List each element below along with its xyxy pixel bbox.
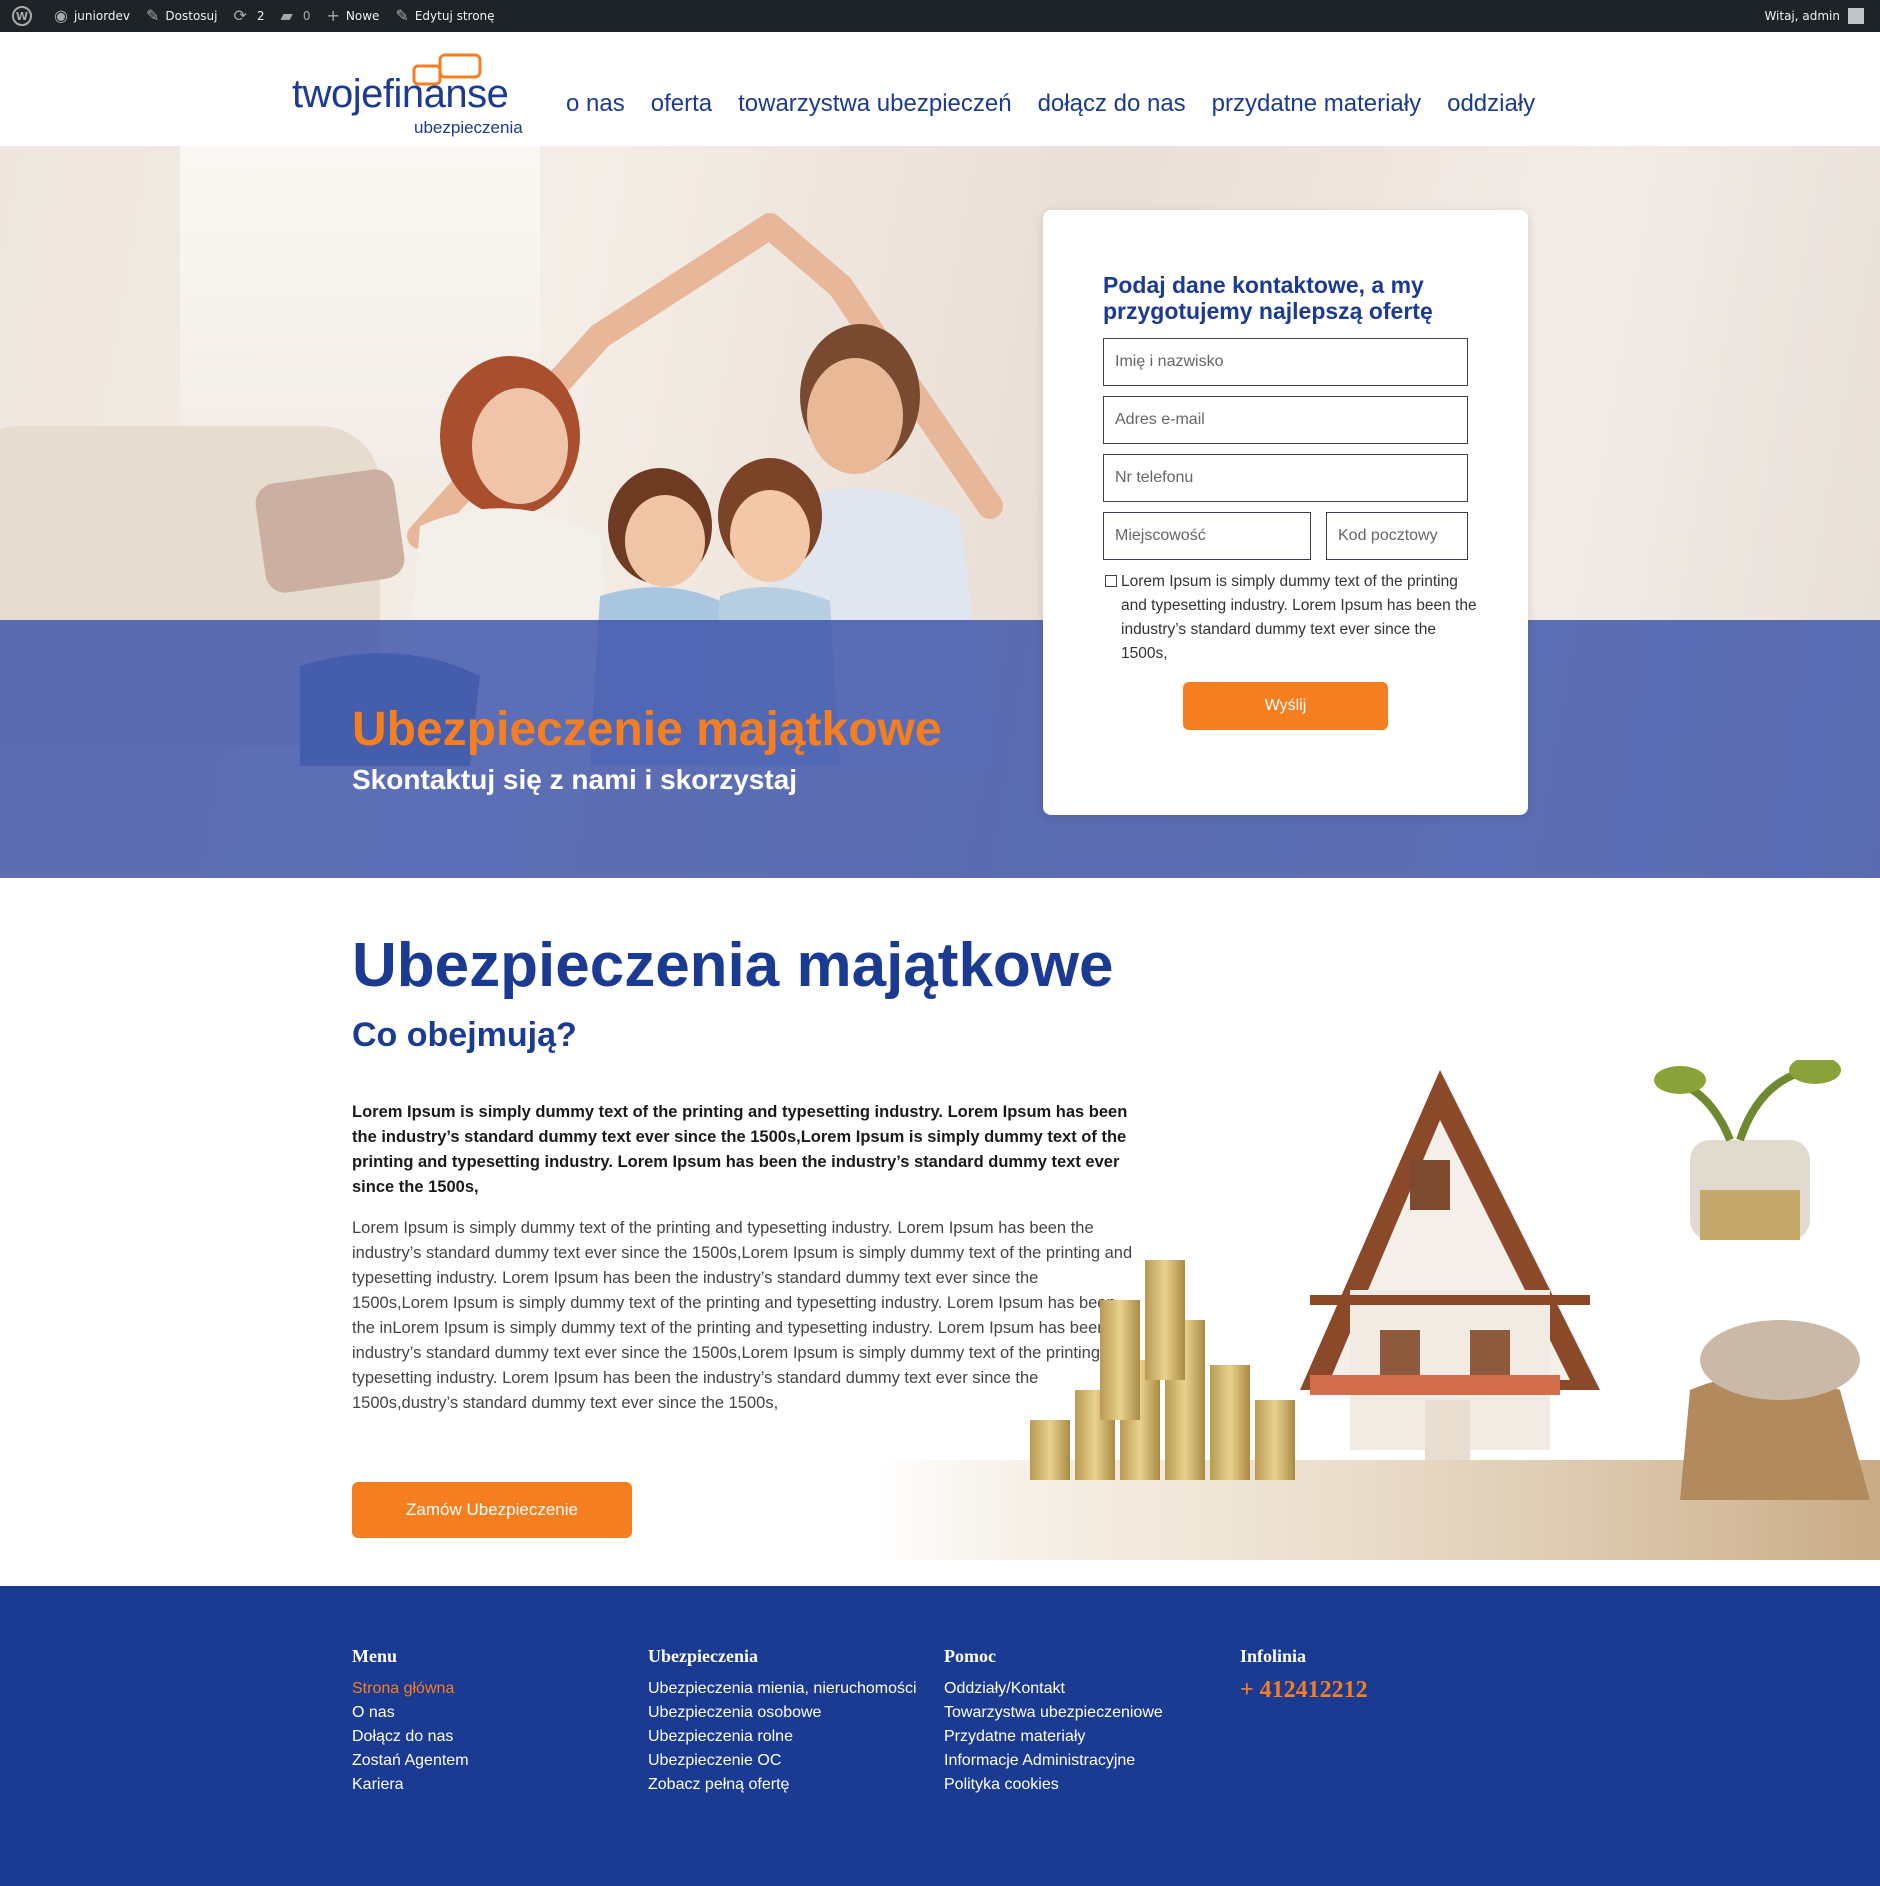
plus-icon: + (326, 6, 340, 25)
greeting-label: Witaj, admin (1764, 9, 1840, 23)
footer-link-oc[interactable]: Ubezpieczenie OC (648, 1749, 917, 1773)
footer-link-about[interactable]: O nas (352, 1701, 469, 1725)
send-button[interactable]: Wyślij (1183, 682, 1388, 730)
customize-label: Dostosuj (165, 9, 218, 23)
nav-item-towarzystwa[interactable]: towarzystwa ubezpieczeń (738, 90, 1011, 118)
brush-icon: ✎ (146, 6, 160, 25)
contact-form-card: Podaj dane kontaktowe, a my przygotujemy… (1043, 210, 1528, 815)
site-name-label: juniordev (73, 9, 131, 23)
updates-icon: ⟳ (233, 6, 247, 25)
main-nav: o nas oferta towarzystwa ubezpieczeń doł… (566, 90, 1535, 118)
footer-hotline-column: Infolinia + 412412212 (1240, 1646, 1368, 1704)
footer-link-materials[interactable]: Przydatne materiały (944, 1725, 1163, 1749)
hero-subtitle: Skontaktuj się z nami i skorzystaj (352, 764, 798, 795)
consent-checkbox[interactable] (1105, 575, 1117, 587)
nav-item-oddzialy[interactable]: oddziały (1447, 90, 1535, 118)
new-content-label: Nowe (345, 9, 380, 23)
site-header: twojefinanse ubezpieczenia o nas oferta … (0, 32, 1880, 146)
hotline-phone-link[interactable]: + 412412212 (1240, 1677, 1368, 1703)
footer-link-cookies[interactable]: Polityka cookies (944, 1773, 1163, 1797)
avatar (1848, 8, 1864, 24)
email-field[interactable] (1103, 396, 1468, 444)
form-title: Podaj dane kontaktowe, a my przygotujemy… (1103, 272, 1433, 324)
account-menu[interactable]: Witaj, admin (1756, 0, 1880, 32)
comments-count: 0 (302, 9, 311, 23)
phone-field[interactable] (1103, 454, 1468, 502)
edit-page-label: Edytuj stronę (414, 9, 495, 23)
footer-link-admin-info[interactable]: Informacje Administracyjne (944, 1749, 1163, 1773)
footer-link-agent[interactable]: Zostań Agentem (352, 1749, 469, 1773)
order-insurance-button[interactable]: Zamów Ubezpieczenie (352, 1482, 632, 1538)
wordpress-menu[interactable]: W (0, 0, 46, 32)
comments-link[interactable]: ▰ 0 (273, 0, 319, 32)
footer-menu-heading: Menu (352, 1646, 397, 1666)
updates-link[interactable]: ⟳ 2 (226, 0, 273, 32)
footer-link-branches[interactable]: Oddziały/Kontakt (944, 1677, 1163, 1701)
edit-page-link[interactable]: ✎ Edytuj stronę (387, 0, 502, 32)
comment-icon: ▰ (280, 6, 293, 25)
footer-link-full-offer[interactable]: Zobacz pełną ofertę (648, 1773, 917, 1797)
footer-link-home[interactable]: Strona główna (352, 1677, 469, 1701)
footer-link-companies[interactable]: Towarzystwa ubezpieczeniowe (944, 1701, 1163, 1725)
footer-menu-column: Menu Strona główna O nas Dołącz do nas Z… (352, 1646, 469, 1797)
admin-bar: W ◉ juniordev ✎ Dostosuj ⟳ 2 ▰ 0 + Nowe … (0, 0, 1880, 32)
new-content-link[interactable]: + Nowe (319, 0, 388, 32)
section-subtitle: Co obejmują? (352, 1016, 577, 1054)
hero-title: Ubezpieczenie majątkowe (352, 703, 942, 756)
nav-item-dolacz[interactable]: dołącz do nas (1038, 90, 1186, 118)
footer-hotline-heading: Infolinia (1240, 1646, 1307, 1666)
customize-link[interactable]: ✎ Dostosuj (138, 0, 225, 32)
logo-text: twojefinanse (292, 72, 509, 116)
nav-item-materialy[interactable]: przydatne materiały (1212, 90, 1421, 118)
footer-link-career[interactable]: Kariera (352, 1773, 469, 1797)
updates-count: 2 (256, 9, 265, 23)
footer-link-personal[interactable]: Ubezpieczenia osobowe (648, 1701, 917, 1725)
wordpress-logo-icon: W (12, 6, 32, 26)
site-name-link[interactable]: ◉ juniordev (46, 0, 138, 32)
logo-subtext: ubezpieczenia (414, 118, 523, 137)
house-coins-illustration (880, 1060, 1880, 1560)
footer-link-agricultural[interactable]: Ubezpieczenia rolne (648, 1725, 917, 1749)
site-footer: Menu Strona główna O nas Dołącz do nas Z… (0, 1586, 1880, 1886)
footer-help-column: Pomoc Oddziały/Kontakt Towarzystwa ubezp… (944, 1646, 1163, 1797)
city-field[interactable] (1103, 512, 1311, 560)
hero-section: Ubezpieczenie majątkowe Skontaktuj się z… (0, 146, 1880, 878)
pencil-icon: ✎ (395, 6, 409, 25)
nav-item-o-nas[interactable]: o nas (566, 90, 625, 118)
name-field[interactable] (1103, 338, 1468, 386)
nav-item-oferta[interactable]: oferta (651, 90, 712, 118)
site-logo[interactable]: twojefinanse ubezpieczenia (290, 48, 530, 137)
footer-link-property[interactable]: Ubezpieczenia mienia, nieruchomości (648, 1677, 917, 1701)
dashboard-icon: ◉ (54, 6, 68, 25)
footer-help-heading: Pomoc (944, 1646, 996, 1666)
footer-insurance-heading: Ubezpieczenia (648, 1646, 758, 1666)
footer-link-join[interactable]: Dołącz do nas (352, 1725, 469, 1749)
consent-label: Lorem Ipsum is simply dummy text of the … (1121, 573, 1477, 662)
zip-code-field[interactable] (1326, 512, 1468, 560)
footer-insurance-column: Ubezpieczenia Ubezpieczenia mienia, nier… (648, 1646, 917, 1797)
section-title: Ubezpieczenia majątkowe (352, 931, 1114, 1000)
